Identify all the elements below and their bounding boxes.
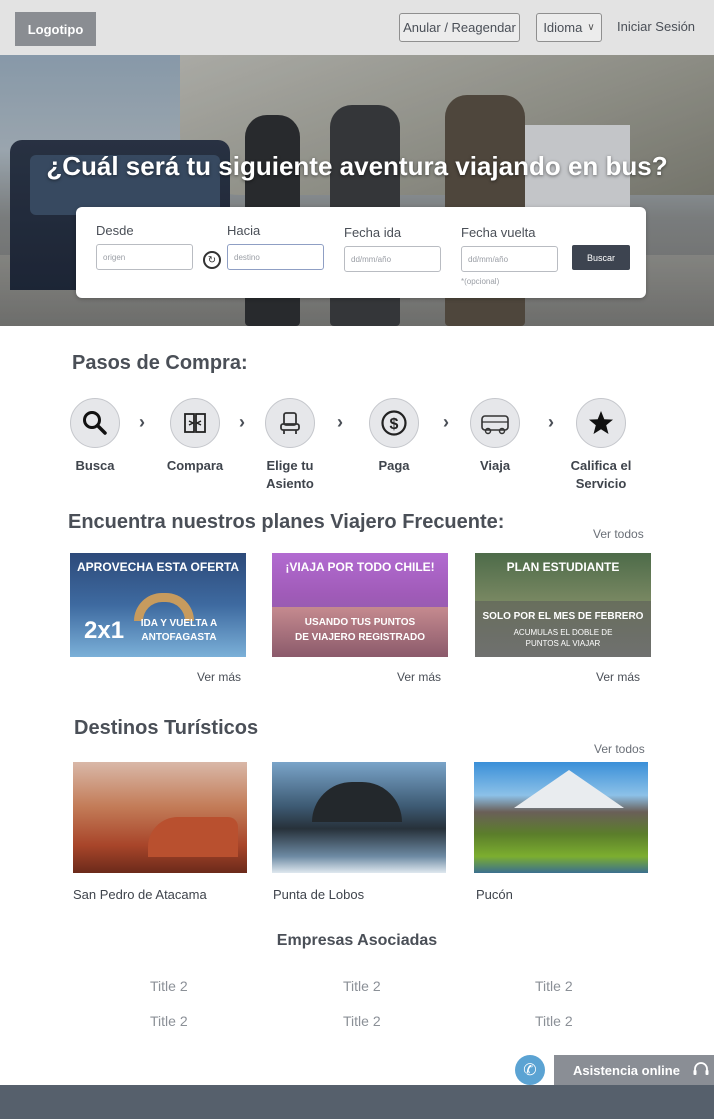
search-icon — [70, 398, 120, 448]
step-label: Busca — [75, 458, 115, 473]
dollar-icon: $ — [369, 398, 419, 448]
step-label: Califica el Servicio — [570, 458, 632, 491]
destination-label: Hacia — [227, 223, 261, 238]
partner-item: Title 2 — [343, 1013, 381, 1029]
step-busca: Busca — [50, 398, 140, 475]
chevron-right-icon: › — [548, 412, 554, 432]
destination-name[interactable]: Pucón — [476, 887, 513, 902]
step-label: Paga — [378, 458, 410, 473]
step-label: Elige tu Asiento — [266, 458, 314, 491]
promo-card-2x1[interactable]: APROVECHA ESTA OFERTA 2x1 IDA Y VUELTA A… — [70, 553, 246, 657]
partner-item: Title 2 — [535, 1013, 573, 1029]
plans-title: Encuentra nuestros planes Viajero Frecue… — [68, 511, 505, 533]
promo-card-viaja-chile[interactable]: ¡VIAJA POR TODO CHILE! USANDO TUS PUNTOS… — [272, 553, 448, 657]
promo-line-1: IDA Y VUELTA A — [140, 618, 218, 629]
departure-date-field: Fecha ida dd/mm/año — [344, 225, 441, 272]
step-viaja: Viaja — [450, 398, 540, 475]
destination-image-pucon[interactable] — [474, 762, 648, 873]
destination-field: Hacia destino — [227, 223, 324, 270]
promo-line-1: SOLO POR EL MES DE FEBRERO — [482, 611, 644, 622]
language-select[interactable]: Idioma ∨ — [536, 13, 602, 42]
promo-line-2: ANTOFAGASTA — [141, 632, 217, 643]
origin-field: Desde origen — [96, 223, 193, 270]
step-label: Viaja — [479, 458, 511, 473]
promo-line-1: USANDO TUS PUNTOS — [304, 617, 416, 628]
seat-icon — [265, 398, 315, 448]
volcano-decoration — [514, 770, 624, 808]
origin-label: Desde — [96, 223, 134, 238]
swap-icon[interactable]: ↻ — [203, 251, 221, 269]
destination-image-atacama[interactable] — [73, 762, 247, 873]
partner-item: Title 2 — [343, 978, 381, 994]
promo-headline: PLAN ESTUDIANTE — [506, 560, 620, 574]
origin-input[interactable]: origen — [96, 244, 193, 270]
rock-decoration — [312, 782, 402, 822]
destinations-ver-todos-link[interactable]: Ver todos — [594, 742, 645, 756]
search-button[interactable]: Buscar — [572, 245, 630, 270]
departure-date-input[interactable]: dd/mm/año — [344, 246, 441, 272]
search-form: Desde origen ↻ Hacia destino Fecha ida d… — [76, 207, 646, 298]
login-link[interactable]: Iniciar Sesión — [617, 19, 695, 34]
svg-text:$: $ — [390, 416, 399, 433]
departure-date-label: Fecha ida — [344, 225, 402, 240]
hero-title: ¿Cuál será tu siguiente aventura viajand… — [46, 151, 668, 181]
compare-icon — [170, 398, 220, 448]
rock-decoration — [148, 817, 238, 857]
chevron-right-icon: › — [139, 412, 145, 432]
step-paga: $ Paga — [349, 398, 439, 475]
promo-card-estudiante[interactable]: PLAN ESTUDIANTE SOLO POR EL MES DE FEBRE… — [475, 553, 651, 657]
return-date-field: Fecha vuelta dd/mm/año *(opcional) — [461, 225, 558, 286]
step-califica: Califica el Servicio — [556, 398, 646, 493]
promo-ver-mas-link[interactable]: Ver más — [596, 670, 640, 684]
partner-item: Title 2 — [150, 1013, 188, 1029]
promo-ver-mas-link[interactable]: Ver más — [197, 670, 241, 684]
steps-title: Pasos de Compra: — [72, 352, 248, 374]
promo-line-2: ACUMULAS EL DOBLE DE — [513, 628, 613, 637]
promo-headline: ¡VIAJA POR TODO CHILE! — [285, 560, 435, 574]
assistance-label: Asistencia online — [573, 1062, 680, 1078]
destination-name[interactable]: San Pedro de Atacama — [73, 887, 207, 902]
chevron-right-icon: › — [337, 412, 343, 432]
top-header: Logotipo Anular / Reagendar Idioma ∨ Ini… — [0, 0, 714, 55]
destination-name[interactable]: Punta de Lobos — [273, 887, 364, 902]
destination-input[interactable]: destino — [227, 244, 324, 270]
headset-icon — [692, 1061, 710, 1080]
language-select-label: Idioma — [543, 20, 583, 35]
step-elige-asiento: Elige tu Asiento — [245, 398, 335, 493]
destinations-title: Destinos Turísticos — [74, 717, 259, 739]
return-date-input[interactable]: dd/mm/año — [461, 246, 558, 272]
promo-line-3: PUNTOS AL VIAJAR — [525, 639, 601, 648]
promo-ver-mas-link[interactable]: Ver más — [397, 670, 441, 684]
step-compara: Compara — [150, 398, 240, 475]
step-label: Compara — [166, 458, 224, 473]
partner-item: Title 2 — [535, 978, 573, 994]
promo-line-2: DE VIAJERO REGISTRADO — [294, 632, 426, 643]
online-assistance-button[interactable]: Asistencia online — [554, 1055, 714, 1085]
promo-headline: APROVECHA ESTA OFERTA — [76, 560, 239, 574]
logo[interactable]: Logotipo — [15, 12, 96, 46]
phone-icon[interactable]: ✆ — [515, 1055, 545, 1085]
chevron-down-icon: ∨ — [587, 22, 595, 33]
partners-title: Empresas Asociadas — [276, 932, 438, 949]
bus-icon — [470, 398, 520, 448]
chevron-right-icon: › — [443, 412, 449, 432]
optional-note: *(opcional) — [461, 277, 500, 286]
destination-image-punta-de-lobos[interactable] — [272, 762, 446, 873]
star-icon — [576, 398, 626, 448]
plans-ver-todos-link[interactable]: Ver todos — [593, 527, 644, 541]
footer — [0, 1085, 714, 1119]
partner-item: Title 2 — [150, 978, 188, 994]
anular-reagendar-button[interactable]: Anular / Reagendar — [399, 13, 520, 42]
return-date-label: Fecha vuelta — [461, 225, 536, 240]
